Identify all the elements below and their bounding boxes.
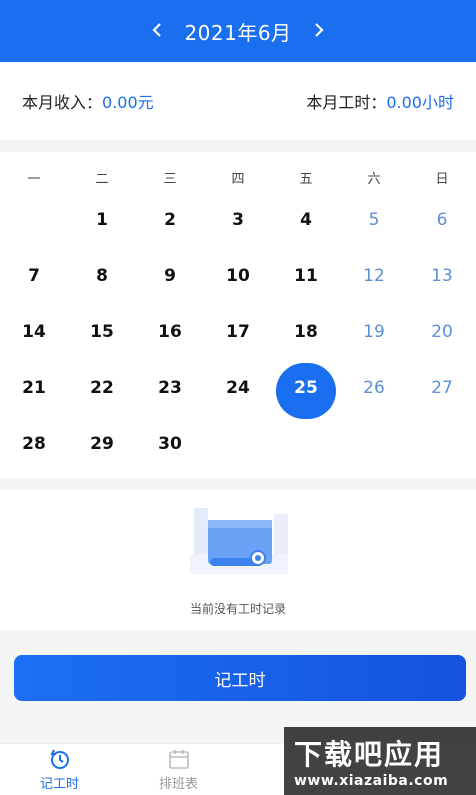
- watermark-logo: 下载吧应用 www.xiazaiba.com: [284, 727, 476, 795]
- day-number: 16: [158, 322, 182, 342]
- day-number: 24: [226, 378, 250, 398]
- days-grid: 1 2 3 4 5 6 7 8 9 10 11 12 13 14 15 16 17 18 19 20 21 22 23 24 2…: [0, 192, 476, 472]
- day-number: 3: [232, 210, 244, 230]
- day-cell[interactable]: 2: [136, 192, 204, 248]
- income-value: 0.00元: [102, 93, 154, 112]
- month-title: 2021年6月: [184, 20, 292, 45]
- day-cell[interactable]: 19: [340, 304, 408, 360]
- income-label: 本月收入：: [22, 93, 103, 112]
- weekday-label: 六: [367, 172, 381, 187]
- empty-state-text: 当前没有工时记录: [189, 602, 286, 616]
- day-number: 6: [436, 210, 448, 230]
- income-stat: 本月收入：0.00元: [22, 89, 154, 113]
- weekday-label: 三: [163, 172, 177, 187]
- day-number: 7: [28, 266, 40, 286]
- empty-document-illustration: [190, 508, 288, 574]
- day-cell-selected[interactable]: 25: [272, 360, 340, 419]
- day-cell[interactable]: 10: [204, 248, 272, 304]
- weekday-label: 四: [231, 172, 245, 187]
- day-cell[interactable]: 1: [68, 192, 136, 248]
- day-number: 20: [431, 322, 453, 342]
- day-cell[interactable]: 30: [136, 416, 204, 472]
- hours-stat: 本月工时：0.00小时: [306, 89, 454, 113]
- day-number: 11: [294, 266, 318, 286]
- day-cell[interactable]: 27: [408, 360, 476, 416]
- day-number: 17: [226, 322, 250, 342]
- watermark-url: www.xiazaiba.com: [294, 773, 449, 789]
- tab-log-hours[interactable]: 记工时: [0, 744, 119, 795]
- calendar-icon: [168, 750, 189, 769]
- next-month-button[interactable]: [304, 19, 334, 44]
- day-number: 30: [158, 434, 182, 454]
- day-number: 8: [96, 266, 108, 286]
- day-cell[interactable]: 13: [408, 248, 476, 304]
- watermark-title: 下载吧应用: [294, 738, 445, 771]
- day-cell[interactable]: 21: [0, 360, 68, 416]
- day-number: 26: [363, 378, 385, 398]
- day-cell[interactable]: 24: [204, 360, 272, 416]
- day-number: 10: [226, 266, 250, 286]
- day-number: 19: [363, 322, 385, 342]
- day-blank: [0, 192, 68, 248]
- day-number: 15: [90, 322, 114, 342]
- hours-value: 0.00小时: [386, 93, 454, 112]
- chevron-right-icon: [314, 22, 324, 37]
- day-cell[interactable]: 15: [68, 304, 136, 360]
- day-cell[interactable]: 5: [340, 192, 408, 248]
- day-cell[interactable]: 7: [0, 248, 68, 304]
- day-cell[interactable]: 17: [204, 304, 272, 360]
- weekday-label: 二: [95, 172, 109, 187]
- day-cell[interactable]: 22: [68, 360, 136, 416]
- empty-state: 当前没有工时记录: [0, 490, 476, 630]
- header-bar: 2021年6月: [0, 0, 476, 62]
- day-number: 14: [22, 322, 46, 342]
- log-hours-button[interactable]: 记工时: [14, 655, 466, 701]
- day-number: 22: [90, 378, 114, 398]
- day-number: 27: [431, 378, 453, 398]
- day-number: 28: [22, 434, 46, 454]
- prev-month-button[interactable]: [142, 19, 172, 44]
- monthly-stats: 本月收入：0.00元 本月工时：0.00小时: [0, 62, 476, 140]
- day-number: 1: [96, 210, 108, 230]
- day-number: 23: [158, 378, 182, 398]
- day-cell[interactable]: 20: [408, 304, 476, 360]
- hours-label: 本月工时：: [306, 93, 387, 112]
- tab-schedule[interactable]: 排班表: [119, 744, 238, 795]
- day-number: 29: [90, 434, 114, 454]
- clock-refresh-icon: [49, 749, 69, 769]
- day-cell[interactable]: 18: [272, 304, 340, 360]
- day-cell[interactable]: 29: [68, 416, 136, 472]
- day-cell[interactable]: 26: [340, 360, 408, 416]
- day-number: 21: [22, 378, 46, 398]
- day-number: 2: [164, 210, 176, 230]
- calendar: 一 二 三 四 五 六 日 1 2 3 4 5 6 7 8 9 10 11 12 13 14 15 16 17 1…: [0, 152, 476, 478]
- day-number: 9: [164, 266, 176, 286]
- day-cell[interactable]: 23: [136, 360, 204, 416]
- day-number: 12: [363, 266, 385, 286]
- day-cell[interactable]: 9: [136, 248, 204, 304]
- day-cell[interactable]: 8: [68, 248, 136, 304]
- day-cell[interactable]: 28: [0, 416, 68, 472]
- weekday-label: 日: [435, 172, 449, 187]
- chevron-left-icon: [152, 22, 162, 37]
- day-number: 18: [294, 322, 318, 342]
- tab-label: 记工时: [39, 777, 79, 792]
- day-number: 13: [431, 266, 453, 286]
- tab-label: 排班表: [158, 777, 198, 792]
- day-cell[interactable]: 3: [204, 192, 272, 248]
- weekday-header: 一 二 三 四 五 六 日: [0, 168, 476, 187]
- day-cell[interactable]: 14: [0, 304, 68, 360]
- day-cell[interactable]: 4: [272, 192, 340, 248]
- day-cell[interactable]: 12: [340, 248, 408, 304]
- day-number: 4: [300, 210, 312, 230]
- day-number: 25: [294, 378, 318, 398]
- weekday-label: 一: [27, 172, 41, 187]
- weekday-label: 五: [299, 172, 313, 187]
- day-number: 5: [368, 210, 380, 230]
- day-cell[interactable]: 6: [408, 192, 476, 248]
- day-cell[interactable]: 16: [136, 304, 204, 360]
- day-cell[interactable]: 11: [272, 248, 340, 304]
